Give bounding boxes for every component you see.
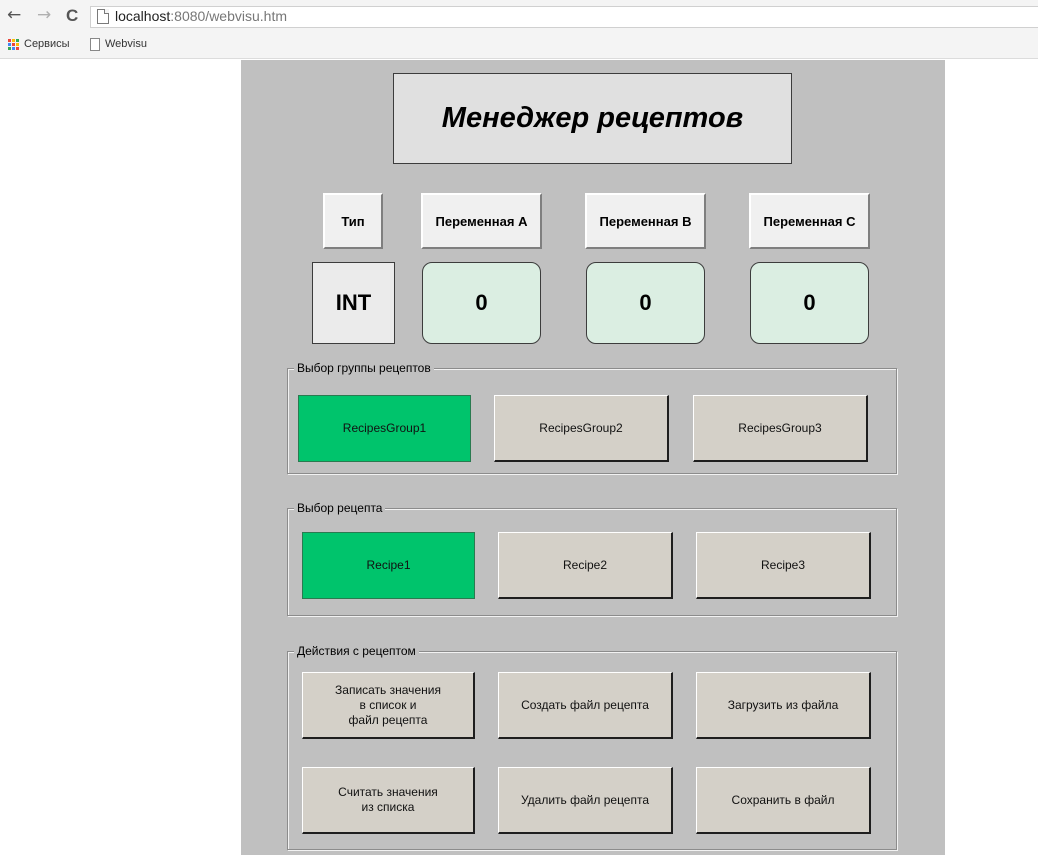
recipe3-button[interactable]: Recipe3 [696, 532, 871, 599]
recipe1-button[interactable]: Recipe1 [302, 532, 475, 599]
header-type: Тип [323, 193, 383, 249]
write-values-button[interactable]: Записать значения в список и файл рецепт… [302, 672, 475, 739]
save-to-file-button[interactable]: Сохранить в файл [696, 767, 871, 834]
bookmark-webvisu-label: Webvisu [105, 38, 147, 50]
recipe-group-legend: Выбор группы рецептов [294, 361, 434, 375]
recipe-actions-legend: Действия с рецептом [294, 644, 419, 658]
header-variable-b: Переменная B [585, 193, 706, 249]
header-variable-a: Переменная A [421, 193, 542, 249]
value-variable-b[interactable]: 0 [586, 262, 705, 344]
create-recipe-file-button[interactable]: Создать файл рецепта [498, 672, 673, 739]
address-bar-area: ← → C localhost:8080/webvisu.htm [0, 0, 1038, 32]
value-variable-a[interactable]: 0 [422, 262, 541, 344]
bookmarks-bar: Сервисы Webvisu [0, 32, 1038, 59]
reload-icon[interactable]: C [66, 7, 78, 24]
recipes-group1-button[interactable]: RecipesGroup1 [298, 395, 471, 462]
bookmark-webvisu[interactable]: Webvisu [90, 38, 147, 51]
back-arrow-icon[interactable]: ← [7, 7, 21, 24]
apps-grid-icon [8, 39, 19, 50]
read-values-button[interactable]: Считать значения из списка [302, 767, 475, 834]
url-text: localhost:8080/webvisu.htm [115, 8, 287, 24]
delete-recipe-file-button[interactable]: Удалить файл рецепта [498, 767, 673, 834]
page-title: Менеджер рецептов [393, 73, 792, 164]
recipes-group2-button[interactable]: RecipesGroup2 [494, 395, 669, 462]
recipes-group3-button[interactable]: RecipesGroup3 [693, 395, 868, 462]
recipe-legend: Выбор рецепта [294, 501, 386, 515]
bookmark-apps-label: Сервисы [24, 38, 70, 50]
url-field[interactable]: localhost:8080/webvisu.htm [90, 6, 1038, 28]
load-from-file-button[interactable]: Загрузить из файла [696, 672, 871, 739]
value-variable-c[interactable]: 0 [750, 262, 869, 344]
page-icon [97, 9, 109, 24]
recipe2-button[interactable]: Recipe2 [498, 532, 673, 599]
value-type: INT [312, 262, 395, 344]
header-variable-c: Переменная C [749, 193, 870, 249]
visu-canvas: Менеджер рецептов Тип Переменная A Перем… [241, 60, 945, 855]
forward-arrow-icon[interactable]: → [37, 7, 51, 24]
bookmark-apps[interactable]: Сервисы [8, 38, 70, 51]
page-icon [90, 38, 100, 51]
